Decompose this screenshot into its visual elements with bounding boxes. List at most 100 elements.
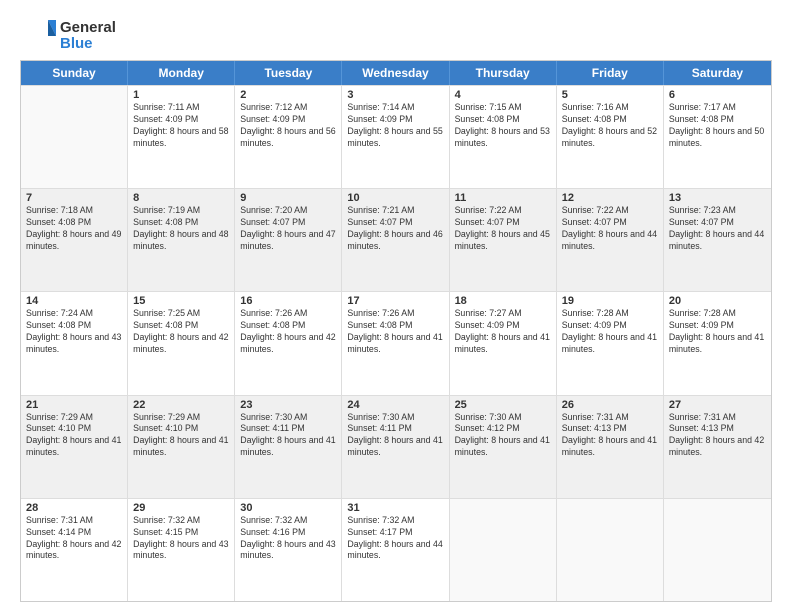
- day-info: Sunrise: 7:30 AMSunset: 4:11 PMDaylight:…: [347, 412, 443, 460]
- day-number: 27: [669, 399, 766, 411]
- calendar-cell: 6 Sunrise: 7:17 AMSunset: 4:08 PMDayligh…: [664, 86, 771, 188]
- day-info: Sunrise: 7:26 AMSunset: 4:08 PMDaylight:…: [347, 308, 443, 356]
- day-info: Sunrise: 7:14 AMSunset: 4:09 PMDaylight:…: [347, 102, 443, 150]
- calendar-cell: 26 Sunrise: 7:31 AMSunset: 4:13 PMDaylig…: [557, 396, 664, 498]
- day-number: 26: [562, 399, 658, 411]
- day-header: Monday: [128, 61, 235, 85]
- calendar-cell: 13 Sunrise: 7:23 AMSunset: 4:07 PMDaylig…: [664, 189, 771, 291]
- day-header: Thursday: [450, 61, 557, 85]
- day-number: 18: [455, 295, 551, 307]
- calendar-cell: 11 Sunrise: 7:22 AMSunset: 4:07 PMDaylig…: [450, 189, 557, 291]
- calendar-cell: 17 Sunrise: 7:26 AMSunset: 4:08 PMDaylig…: [342, 292, 449, 394]
- day-info: Sunrise: 7:23 AMSunset: 4:07 PMDaylight:…: [669, 205, 766, 253]
- calendar-cell: 29 Sunrise: 7:32 AMSunset: 4:15 PMDaylig…: [128, 499, 235, 601]
- day-number: 16: [240, 295, 336, 307]
- day-info: Sunrise: 7:32 AMSunset: 4:16 PMDaylight:…: [240, 515, 336, 563]
- calendar-cell: 1 Sunrise: 7:11 AMSunset: 4:09 PMDayligh…: [128, 86, 235, 188]
- calendar-cell: 3 Sunrise: 7:14 AMSunset: 4:09 PMDayligh…: [342, 86, 449, 188]
- calendar-cell: 15 Sunrise: 7:25 AMSunset: 4:08 PMDaylig…: [128, 292, 235, 394]
- day-number: 12: [562, 192, 658, 204]
- day-number: 29: [133, 502, 229, 514]
- day-number: 22: [133, 399, 229, 411]
- day-number: 5: [562, 89, 658, 101]
- day-info: Sunrise: 7:21 AMSunset: 4:07 PMDaylight:…: [347, 205, 443, 253]
- day-info: Sunrise: 7:29 AMSunset: 4:10 PMDaylight:…: [133, 412, 229, 460]
- day-number: 8: [133, 192, 229, 204]
- logo-general: General: [60, 20, 116, 37]
- logo-blue: Blue: [60, 36, 116, 53]
- calendar-cell: 12 Sunrise: 7:22 AMSunset: 4:07 PMDaylig…: [557, 189, 664, 291]
- day-number: 1: [133, 89, 229, 101]
- day-info: Sunrise: 7:31 AMSunset: 4:13 PMDaylight:…: [669, 412, 766, 460]
- day-number: 17: [347, 295, 443, 307]
- header: General Blue: [20, 18, 772, 54]
- day-number: 20: [669, 295, 766, 307]
- calendar-cell: 25 Sunrise: 7:30 AMSunset: 4:12 PMDaylig…: [450, 396, 557, 498]
- calendar-cell: 2 Sunrise: 7:12 AMSunset: 4:09 PMDayligh…: [235, 86, 342, 188]
- day-info: Sunrise: 7:30 AMSunset: 4:12 PMDaylight:…: [455, 412, 551, 460]
- calendar-row: 21 Sunrise: 7:29 AMSunset: 4:10 PMDaylig…: [21, 395, 771, 498]
- calendar-row: 1 Sunrise: 7:11 AMSunset: 4:09 PMDayligh…: [21, 85, 771, 188]
- page: General Blue SundayMondayTuesdayWednesda…: [0, 0, 792, 612]
- day-number: 24: [347, 399, 443, 411]
- calendar-cell: 10 Sunrise: 7:21 AMSunset: 4:07 PMDaylig…: [342, 189, 449, 291]
- calendar-header: SundayMondayTuesdayWednesdayThursdayFrid…: [21, 61, 771, 85]
- day-info: Sunrise: 7:15 AMSunset: 4:08 PMDaylight:…: [455, 102, 551, 150]
- calendar-cell: 31 Sunrise: 7:32 AMSunset: 4:17 PMDaylig…: [342, 499, 449, 601]
- day-number: 28: [26, 502, 122, 514]
- day-number: 4: [455, 89, 551, 101]
- day-header: Saturday: [664, 61, 771, 85]
- day-header: Sunday: [21, 61, 128, 85]
- day-number: 21: [26, 399, 122, 411]
- calendar-row: 14 Sunrise: 7:24 AMSunset: 4:08 PMDaylig…: [21, 291, 771, 394]
- day-info: Sunrise: 7:31 AMSunset: 4:14 PMDaylight:…: [26, 515, 122, 563]
- day-number: 19: [562, 295, 658, 307]
- day-info: Sunrise: 7:30 AMSunset: 4:11 PMDaylight:…: [240, 412, 336, 460]
- day-number: 25: [455, 399, 551, 411]
- day-number: 6: [669, 89, 766, 101]
- day-header: Wednesday: [342, 61, 449, 85]
- day-info: Sunrise: 7:18 AMSunset: 4:08 PMDaylight:…: [26, 205, 122, 253]
- calendar-cell: 20 Sunrise: 7:28 AMSunset: 4:09 PMDaylig…: [664, 292, 771, 394]
- day-info: Sunrise: 7:20 AMSunset: 4:07 PMDaylight:…: [240, 205, 336, 253]
- day-number: 30: [240, 502, 336, 514]
- logo-svg: [20, 18, 56, 54]
- day-info: Sunrise: 7:22 AMSunset: 4:07 PMDaylight:…: [562, 205, 658, 253]
- calendar-cell: 4 Sunrise: 7:15 AMSunset: 4:08 PMDayligh…: [450, 86, 557, 188]
- day-info: Sunrise: 7:12 AMSunset: 4:09 PMDaylight:…: [240, 102, 336, 150]
- calendar-body: 1 Sunrise: 7:11 AMSunset: 4:09 PMDayligh…: [21, 85, 771, 601]
- calendar-cell: 28 Sunrise: 7:31 AMSunset: 4:14 PMDaylig…: [21, 499, 128, 601]
- day-info: Sunrise: 7:16 AMSunset: 4:08 PMDaylight:…: [562, 102, 658, 150]
- calendar-cell: [21, 86, 128, 188]
- calendar-cell: 5 Sunrise: 7:16 AMSunset: 4:08 PMDayligh…: [557, 86, 664, 188]
- calendar-cell: 30 Sunrise: 7:32 AMSunset: 4:16 PMDaylig…: [235, 499, 342, 601]
- day-info: Sunrise: 7:26 AMSunset: 4:08 PMDaylight:…: [240, 308, 336, 356]
- calendar: SundayMondayTuesdayWednesdayThursdayFrid…: [20, 60, 772, 602]
- day-number: 14: [26, 295, 122, 307]
- day-number: 10: [347, 192, 443, 204]
- calendar-cell: 19 Sunrise: 7:28 AMSunset: 4:09 PMDaylig…: [557, 292, 664, 394]
- calendar-cell: [557, 499, 664, 601]
- calendar-cell: 7 Sunrise: 7:18 AMSunset: 4:08 PMDayligh…: [21, 189, 128, 291]
- calendar-cell: 21 Sunrise: 7:29 AMSunset: 4:10 PMDaylig…: [21, 396, 128, 498]
- calendar-row: 7 Sunrise: 7:18 AMSunset: 4:08 PMDayligh…: [21, 188, 771, 291]
- calendar-cell: [450, 499, 557, 601]
- day-header: Friday: [557, 61, 664, 85]
- day-info: Sunrise: 7:25 AMSunset: 4:08 PMDaylight:…: [133, 308, 229, 356]
- day-info: Sunrise: 7:27 AMSunset: 4:09 PMDaylight:…: [455, 308, 551, 356]
- day-number: 31: [347, 502, 443, 514]
- calendar-row: 28 Sunrise: 7:31 AMSunset: 4:14 PMDaylig…: [21, 498, 771, 601]
- day-number: 11: [455, 192, 551, 204]
- day-number: 7: [26, 192, 122, 204]
- day-info: Sunrise: 7:32 AMSunset: 4:15 PMDaylight:…: [133, 515, 229, 563]
- day-number: 13: [669, 192, 766, 204]
- day-info: Sunrise: 7:22 AMSunset: 4:07 PMDaylight:…: [455, 205, 551, 253]
- day-info: Sunrise: 7:19 AMSunset: 4:08 PMDaylight:…: [133, 205, 229, 253]
- day-info: Sunrise: 7:32 AMSunset: 4:17 PMDaylight:…: [347, 515, 443, 563]
- calendar-cell: 22 Sunrise: 7:29 AMSunset: 4:10 PMDaylig…: [128, 396, 235, 498]
- calendar-cell: 14 Sunrise: 7:24 AMSunset: 4:08 PMDaylig…: [21, 292, 128, 394]
- day-number: 23: [240, 399, 336, 411]
- day-header: Tuesday: [235, 61, 342, 85]
- day-info: Sunrise: 7:24 AMSunset: 4:08 PMDaylight:…: [26, 308, 122, 356]
- day-info: Sunrise: 7:11 AMSunset: 4:09 PMDaylight:…: [133, 102, 229, 150]
